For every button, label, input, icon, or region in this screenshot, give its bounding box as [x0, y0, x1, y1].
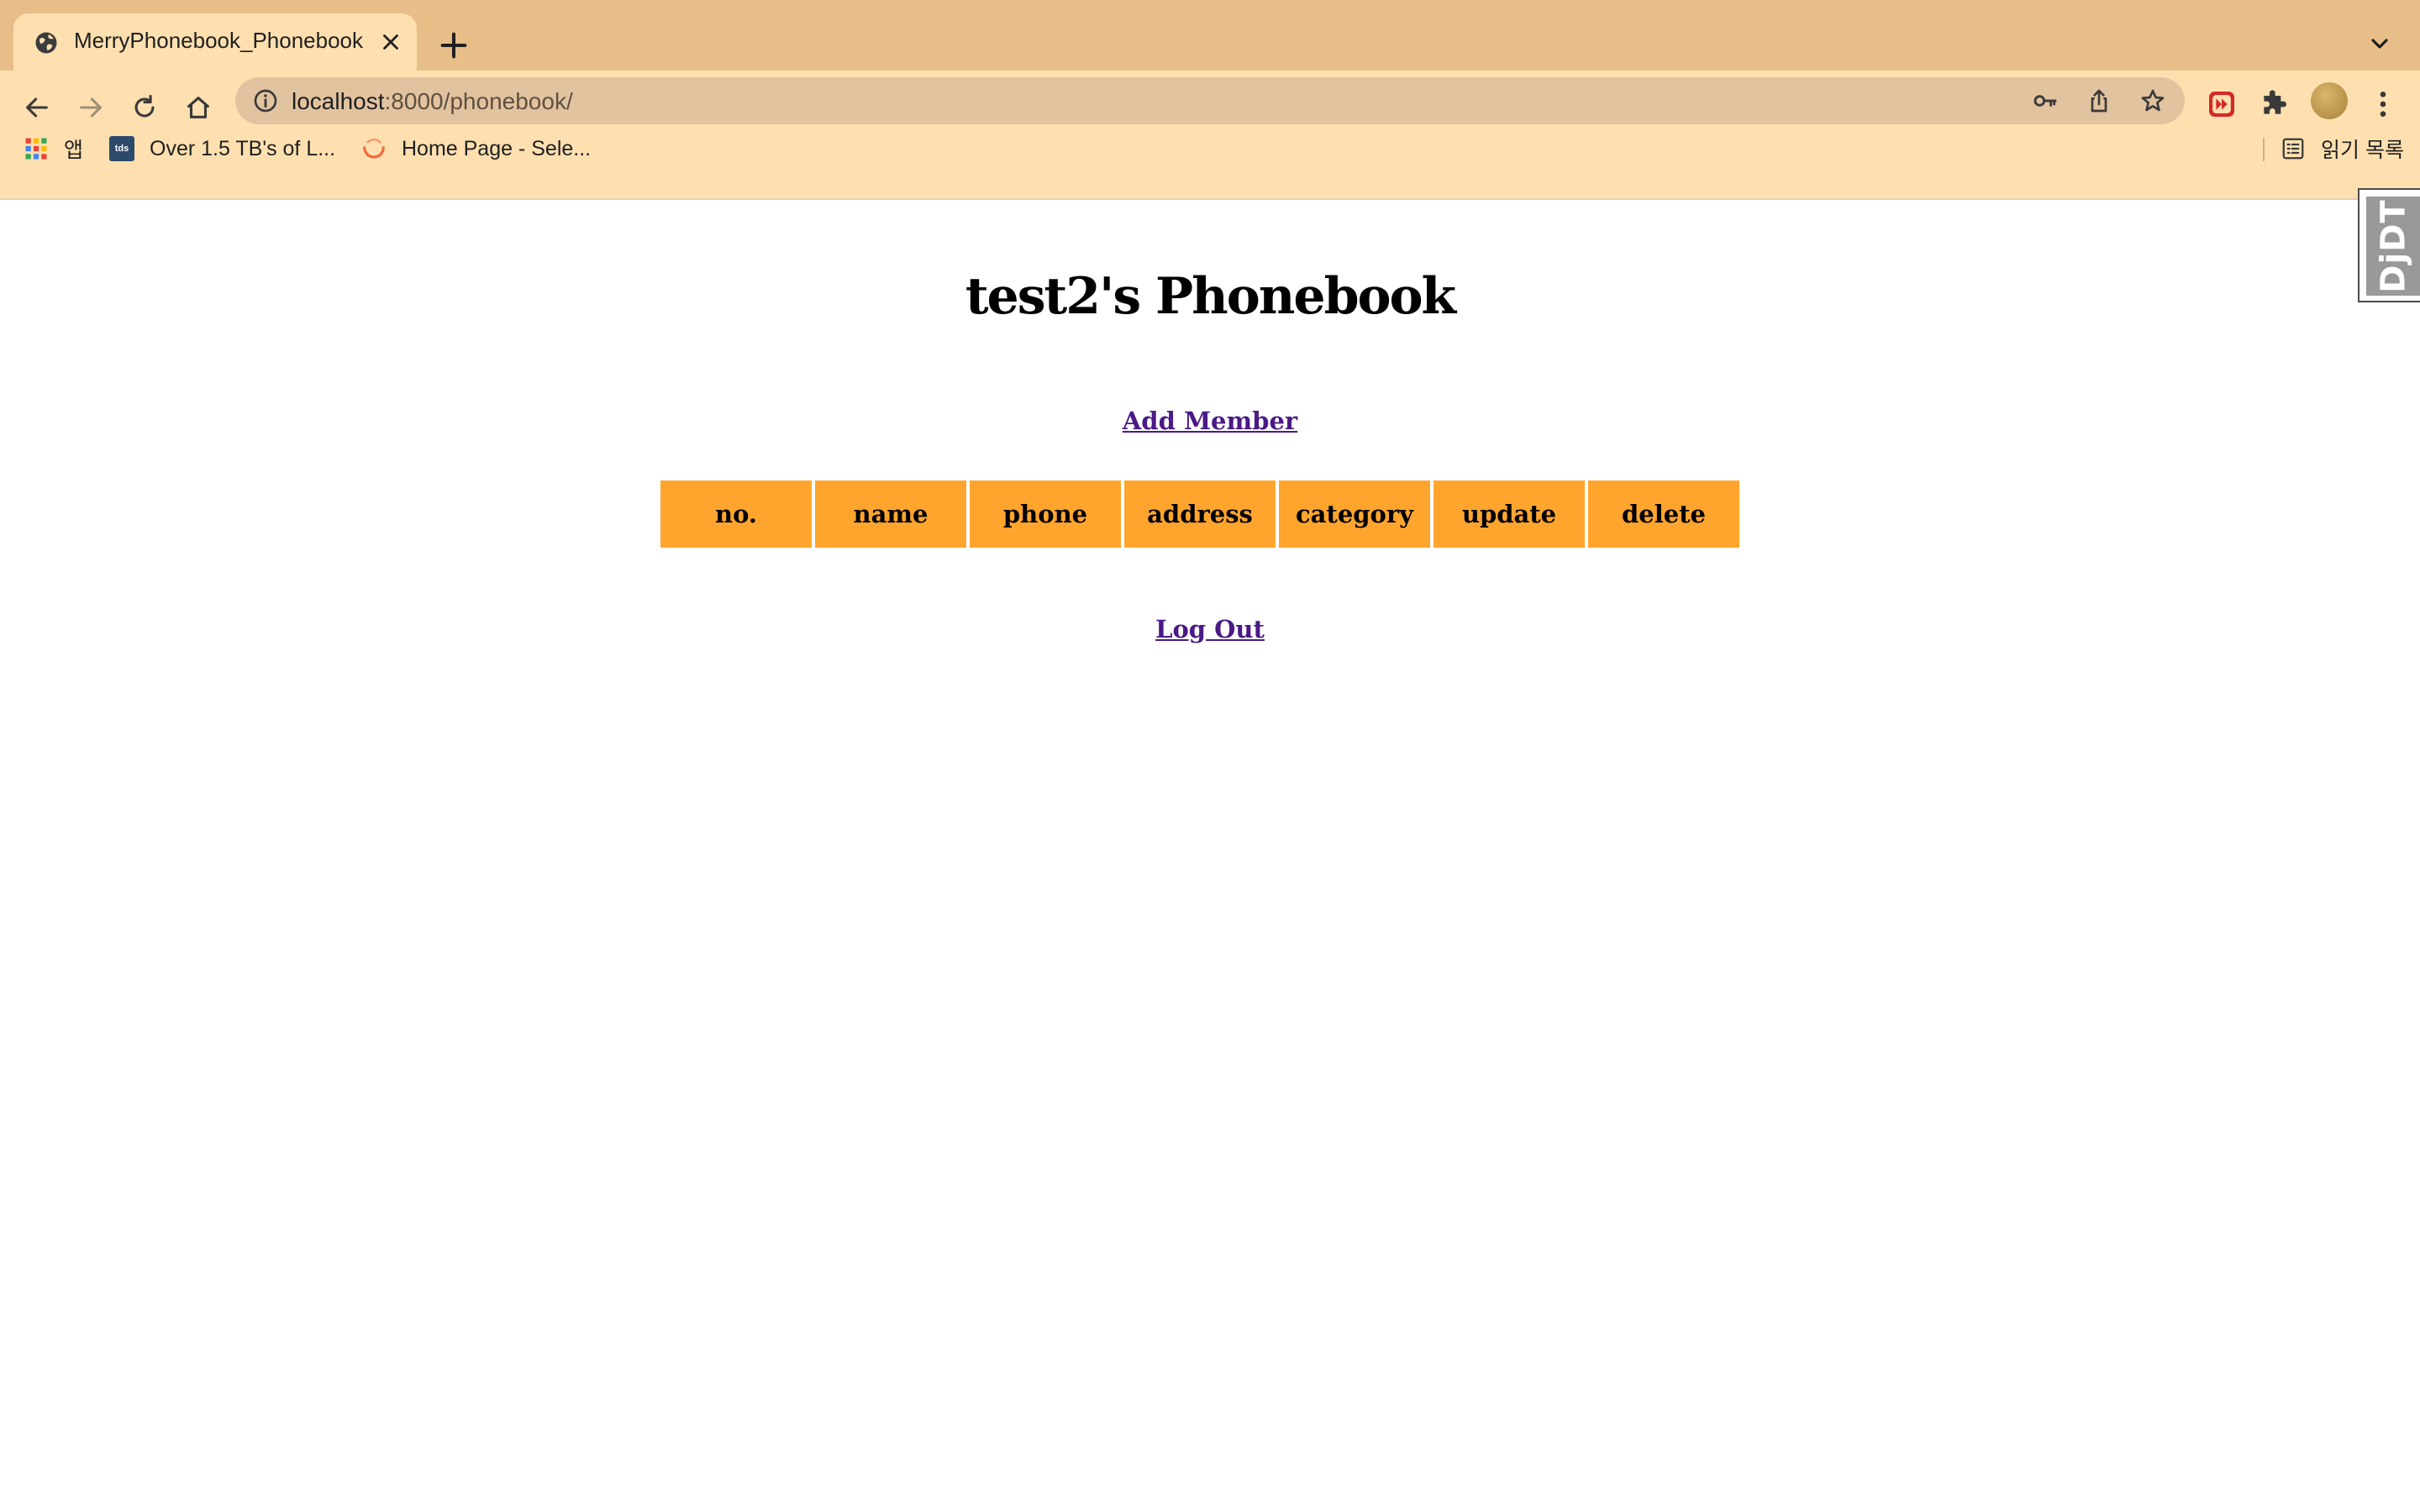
add-member-link[interactable]: Add Member — [1123, 407, 1297, 435]
spinner-icon — [363, 138, 385, 159]
logout-link[interactable]: Log Out — [1155, 615, 1265, 643]
home-button[interactable] — [176, 86, 220, 129]
star-icon[interactable] — [2139, 87, 2166, 114]
page-title: test2's Phonebook — [965, 267, 1456, 326]
close-icon[interactable] — [378, 29, 403, 55]
globe-icon — [35, 32, 57, 54]
bookmark-label: 앱 — [64, 139, 84, 162]
column-header-no: no. — [660, 480, 812, 548]
new-tab-plus-icon[interactable] — [437, 29, 471, 62]
table-header-row: no. name phone address category update d… — [660, 480, 1739, 548]
phonebook-table: no. name phone address category update d… — [657, 477, 1743, 551]
browser-tab[interactable]: MerryPhonebook_Phonebook — [13, 13, 417, 71]
forward-button[interactable] — [69, 86, 113, 129]
arrow-left-icon — [26, 97, 48, 118]
tds-icon: tds — [109, 136, 134, 161]
column-header-category: category — [1279, 480, 1430, 548]
add-member-container: Add Member — [0, 407, 2420, 435]
arrow-right-icon — [80, 97, 102, 118]
column-header-phone: phone — [970, 480, 1121, 548]
url-host: localhost — [292, 88, 385, 114]
bookmark-label: Home Page - Sele... — [402, 136, 592, 160]
bookmark-apps[interactable]: 앱 — [24, 131, 83, 166]
chevron-down-icon[interactable] — [2366, 30, 2393, 57]
share-icon[interactable] — [2086, 87, 2112, 114]
tab-strip: MerryPhonebook_Phonebook — [0, 0, 2420, 71]
column-header-name: name — [815, 480, 966, 548]
bookmarks-divider — [2263, 138, 2265, 161]
address-bar[interactable]: localhost:8000/phonebook/ — [235, 77, 2185, 124]
reload-icon — [134, 94, 155, 118]
djdt-label: DjDT — [2375, 199, 2413, 293]
reading-list-label: 읽기 목록 — [2321, 139, 2404, 162]
django-debug-toolbar-handle[interactable]: DjDT — [2358, 188, 2420, 302]
bookmark-label: Over 1.5 TB's of L... — [150, 136, 336, 160]
back-button[interactable] — [15, 86, 59, 129]
home-icon — [187, 97, 209, 118]
url-path: :8000/phonebook/ — [384, 88, 573, 114]
reload-button[interactable] — [123, 86, 166, 129]
reading-list-button[interactable]: 읽기 목록 — [2281, 131, 2404, 166]
key-icon[interactable] — [2032, 87, 2059, 114]
info-icon[interactable] — [252, 87, 279, 114]
column-header-delete: delete — [1588, 480, 1739, 548]
logout-container: Log Out — [0, 615, 2420, 643]
url-text[interactable]: localhost:8000/phonebook/ — [292, 88, 573, 115]
extension-red-icon[interactable] — [2205, 87, 2238, 121]
apps-grid-icon — [25, 138, 47, 160]
column-header-address: address — [1124, 480, 1276, 548]
puzzle-icon[interactable] — [2257, 87, 2291, 121]
bookmark-tds[interactable]: tds Over 1.5 TB's of L... — [109, 131, 335, 166]
reading-list-icon — [2282, 138, 2304, 160]
bookmark-home-page[interactable]: Home Page - Sele... — [361, 131, 591, 166]
profile-avatar[interactable] — [2311, 82, 2348, 119]
bookmarks-bar: 앱 tds Over 1.5 TB's of L... Home Page - … — [0, 131, 2420, 166]
tab-title: MerryPhonebook_Phonebook — [74, 28, 364, 53]
browser-toolbar: localhost:8000/phonebook/ 앱 tds Over 1.5… — [0, 71, 2420, 200]
djdt-badge: DjDT — [2366, 197, 2420, 296]
more-vert-icon[interactable] — [2366, 87, 2400, 121]
column-header-update: update — [1434, 480, 1585, 548]
